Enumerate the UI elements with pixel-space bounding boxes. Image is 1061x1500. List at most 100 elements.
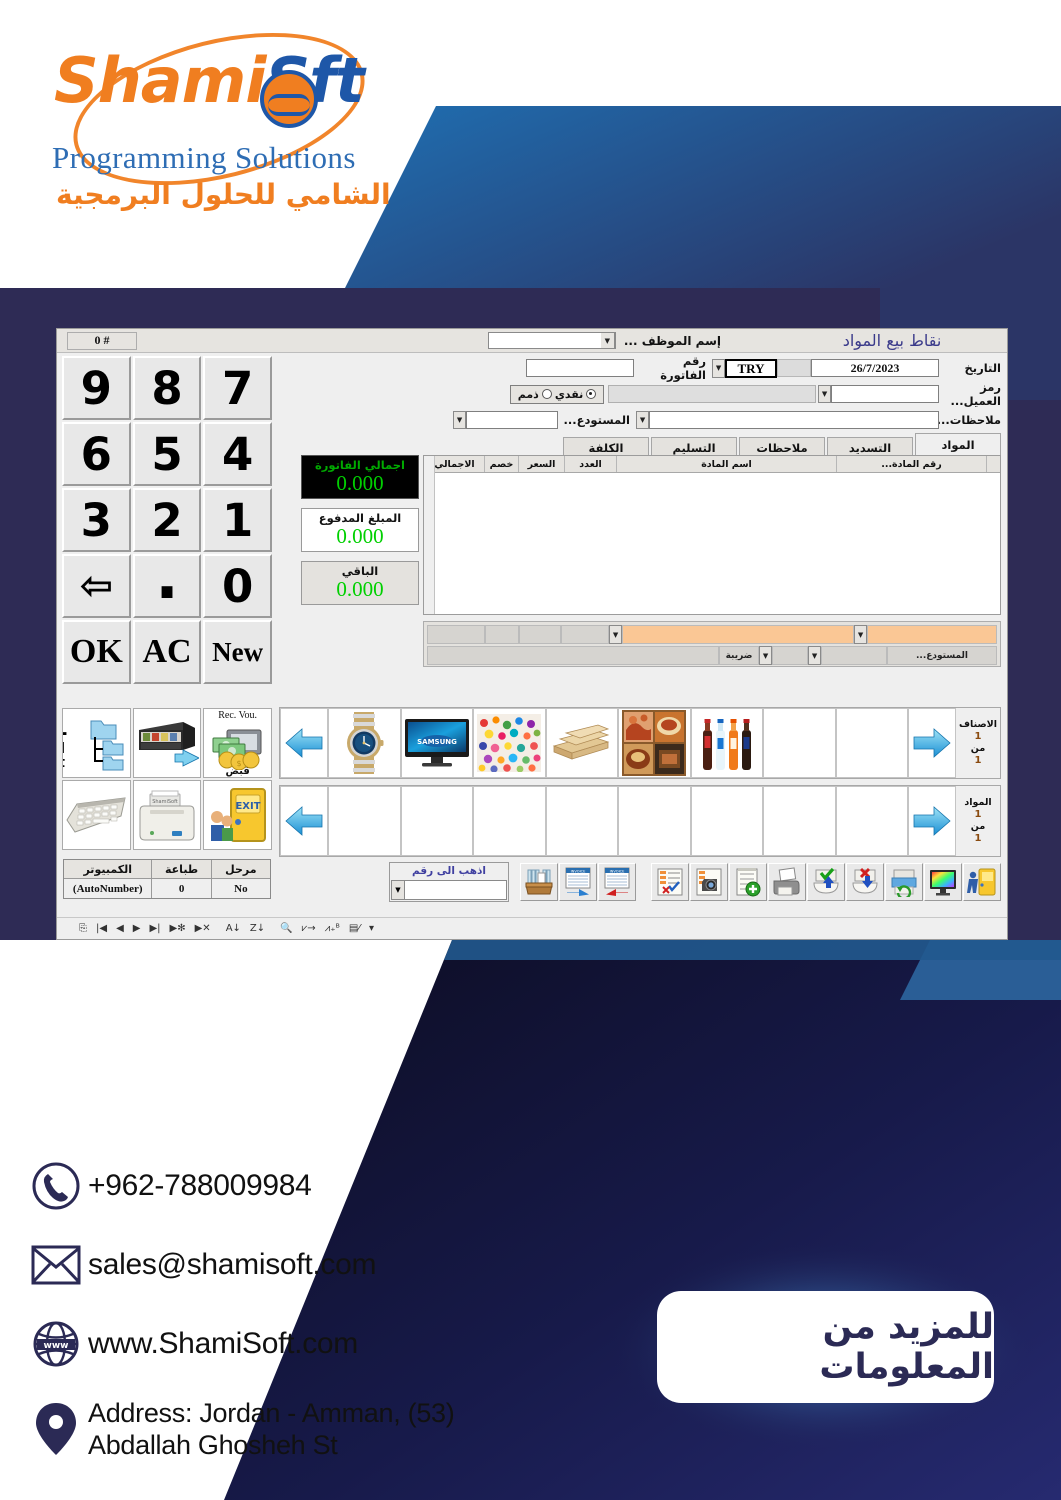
new-note-icon[interactable] [729,863,767,901]
item-cell-7[interactable] [400,786,473,856]
entry-warehouse-chevron-down-icon[interactable]: ▼ [808,646,821,665]
tab-materials[interactable]: المواد [915,433,1001,457]
items-next-arrow-icon[interactable] [908,786,956,856]
key-3[interactable]: 3 [61,488,131,552]
key-8[interactable]: 8 [132,356,202,420]
employee-name-select[interactable]: ▼ [487,332,616,349]
amount-paid-value[interactable]: 0.000 [302,525,418,547]
exit-door-icon[interactable] [963,863,1001,901]
key-0[interactable]: 0 [203,554,272,618]
categories-next-arrow-icon[interactable] [908,708,956,778]
first-record-icon[interactable]: |◀ [96,923,107,934]
contact-email-text[interactable]: sales@shamisoft.com [88,1247,376,1283]
contact-phone-text[interactable]: +962-788009984 [88,1168,312,1204]
key-7[interactable]: 7 [203,356,272,420]
new-record-icon[interactable]: ▶✻ [170,923,186,934]
contact-website-text[interactable]: www.ShamiSoft.com [88,1326,358,1362]
entry-tax-cell[interactable] [427,646,719,665]
date-value[interactable]: 26/7/2023 [811,359,939,377]
currency-value[interactable]: TRY [725,358,777,378]
item-cell-5[interactable] [545,786,618,856]
category-cell-watch[interactable] [328,708,401,778]
sort-asc-icon[interactable]: A↓ [226,923,241,934]
entry-item-code-input[interactable] [622,625,854,644]
category-cell-candy[interactable] [473,708,546,778]
entry-code-chevron-down-icon[interactable]: ▼ [609,625,622,644]
item-cell-1[interactable] [835,786,908,856]
customer-code-input[interactable] [831,385,939,403]
key-ok[interactable]: OK [61,620,131,684]
payment-type-group[interactable]: نقدي ذمم [510,384,604,404]
items-grid[interactable]: رقم المادة... اسم المادة العدد السعر خصم… [423,455,1001,615]
goto-chevron-down-icon[interactable]: ▼ [391,880,405,900]
items-grid-body[interactable] [424,456,1000,614]
entry-name-chevron-down-icon[interactable]: ▼ [854,625,867,644]
invoice-no-input[interactable] [526,359,634,377]
receipt-printer-button[interactable]: ShamiSoft [132,780,202,850]
archive-box-icon[interactable] [520,863,558,901]
item-cell-4[interactable] [618,786,691,856]
currency-chevron-down-icon[interactable]: ▼ [712,358,725,378]
checklist-icon[interactable] [651,863,689,901]
dropdown-more-icon[interactable]: ▾ [369,923,374,934]
radio-cash-icon[interactable] [586,389,597,399]
receipt-voucher-button[interactable]: Rec. Vou. $ قبض [203,708,272,778]
entry-unit-cell[interactable] [772,646,808,665]
key-6[interactable]: 6 [61,422,131,486]
delete-record-icon[interactable] [846,863,884,901]
grid-vertical-scrollbar[interactable] [424,456,435,614]
entry-unit-chevron-down-icon[interactable]: ▼ [759,646,772,665]
warehouse-chevron-down-icon[interactable]: ▼ [453,411,466,429]
goto-number-input[interactable] [405,880,507,900]
filter-by-selection-icon[interactable]: ⩗→ [302,923,316,934]
notes-chevron-down-icon[interactable]: ▼ [636,411,649,429]
item-cell-6[interactable] [473,786,546,856]
tab-cost[interactable]: الكلفة [563,437,649,457]
apply-filter-icon[interactable]: ▤⁄ [349,923,360,934]
notes-input[interactable] [649,411,939,429]
entry-item-name-input[interactable] [867,625,997,644]
entry-qty-cell[interactable] [561,625,609,644]
warehouse-input[interactable] [466,411,558,429]
tab-notes[interactable]: ملاحظات [739,437,825,457]
tab-delivery[interactable]: التسليم [651,437,737,457]
key-new[interactable]: New [203,620,272,684]
invoice-back-icon[interactable]: INVOICE [598,863,636,901]
item-cell-8[interactable] [328,786,401,856]
camera-edit-icon[interactable] [690,863,728,901]
prev-record-icon[interactable]: ◀ [116,923,124,934]
employee-name-value[interactable] [488,333,601,348]
category-cell-empty-1[interactable] [763,708,836,778]
key-9[interactable]: 9 [61,356,131,420]
entry-price-cell[interactable] [519,625,561,644]
category-cell-empty-2[interactable] [835,708,908,778]
tab-payment[interactable]: التسديد [827,437,913,457]
next-record-icon[interactable]: ▶ [133,923,141,934]
key-decimal[interactable]: . [132,546,202,618]
on-screen-keyboard-button[interactable] [61,780,131,850]
sort-desc-icon[interactable]: Z↓ [250,923,265,934]
item-cell-2[interactable] [763,786,836,856]
radio-credit-icon[interactable] [541,389,552,399]
print-icon[interactable] [768,863,806,901]
save-record-icon[interactable] [807,863,845,901]
exit-door-button[interactable]: EXIT [203,780,272,850]
all-categories-button[interactable]: L All Cat [61,708,131,778]
invoice-forward-icon[interactable]: INVOICE [559,863,597,901]
category-cell-food-platter[interactable] [618,708,691,778]
record-exit-icon[interactable]: ⎘ [79,923,87,934]
find-icon[interactable]: 🔍 [280,923,292,934]
category-cell-wood[interactable] [545,708,618,778]
categories-prev-arrow-icon[interactable] [280,708,328,778]
key-ac[interactable]: AC [132,620,202,684]
entry-discount-cell[interactable] [485,625,519,644]
printer-refresh-icon[interactable] [885,863,923,901]
items-prev-arrow-icon[interactable] [280,786,328,856]
category-cell-samsung-tv[interactable]: SAMSUNG [400,708,473,778]
category-cell-soft-drinks[interactable] [690,708,763,778]
key-backspace-icon[interactable]: ⇦ [61,554,131,618]
customer-chevron-down-icon[interactable]: ▼ [818,385,831,403]
entry-warehouse-cell[interactable] [821,646,887,665]
item-cell-3[interactable] [690,786,763,856]
color-monitor-icon[interactable] [924,863,962,901]
